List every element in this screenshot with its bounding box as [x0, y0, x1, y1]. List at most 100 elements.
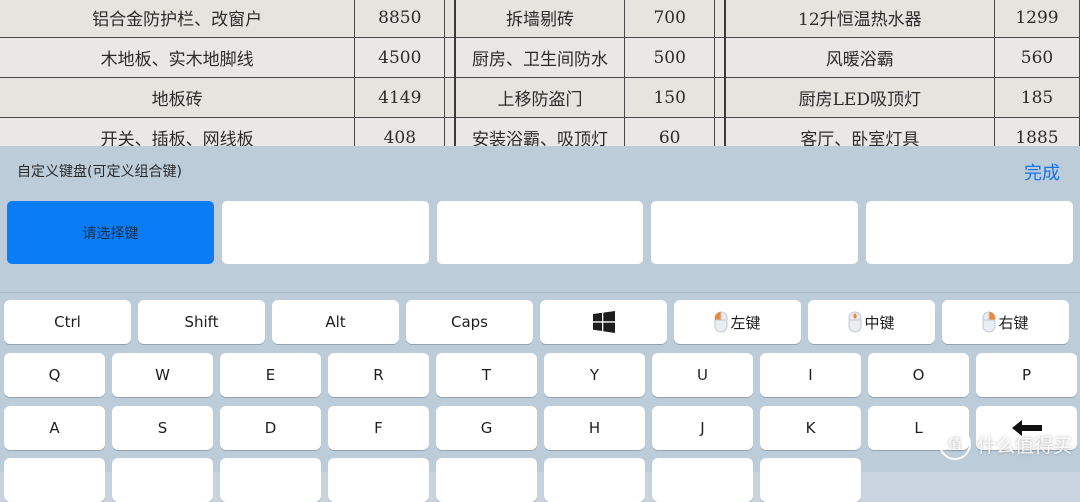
combo-slot-1[interactable]: 请选择键 [7, 201, 214, 264]
table-cell: 150 [624, 77, 716, 118]
table-row: 地板砖 4149 上移防盗门 150 厨房LED吸顶灯 185 [0, 77, 1080, 118]
table-cell: 地板砖 [0, 77, 356, 118]
column-gap [714, 0, 726, 38]
key-u[interactable]: U [652, 353, 753, 397]
key-partial[interactable] [112, 458, 213, 502]
key-p[interactable]: P [976, 353, 1077, 397]
key-i[interactable]: I [760, 353, 861, 397]
table-cell: 500 [624, 37, 716, 78]
key-t[interactable]: T [436, 353, 537, 397]
bottom-row-partial [4, 458, 861, 502]
key-partial[interactable] [652, 458, 753, 502]
table-cell: 铝合金防护栏、改窗户 [0, 0, 356, 38]
key-y[interactable]: Y [544, 353, 645, 397]
key-e[interactable]: E [220, 353, 321, 397]
mouse-middle-icon [848, 311, 862, 333]
key-partial[interactable] [544, 458, 645, 502]
table-cell: 1299 [994, 0, 1080, 38]
table-cell: 560 [994, 37, 1080, 78]
column-gap [714, 117, 726, 146]
asdf-row: A S D F G H J K L [4, 406, 1077, 450]
table-row: 开关、插板、网线板 408 安装浴霸、吸顶灯 60 客厅、卧室灯具 1885 [0, 117, 1080, 146]
column-gap [444, 0, 456, 38]
mouse-right-icon [982, 311, 996, 333]
combo-slot-2[interactable] [221, 201, 429, 264]
key-k[interactable]: K [760, 406, 861, 450]
key-label: Alt [325, 313, 346, 331]
table-cell: 700 [624, 0, 716, 38]
key-q[interactable]: Q [4, 353, 105, 397]
table-row: 铝合金防护栏、改窗户 8850 拆墙剔砖 700 12升恒温热水器 1299 [0, 0, 1080, 38]
custom-keyboard-panel: 自定义键盘(可定义组合键) 完成 请选择键 Ctrl Shift Alt Cap… [0, 146, 1080, 502]
combo-slot-5[interactable] [866, 201, 1073, 264]
key-label: Shift [184, 313, 219, 331]
key-f[interactable]: F [328, 406, 429, 450]
caps-key[interactable]: Caps [406, 300, 533, 344]
table-cell: 安装浴霸、吸顶灯 [454, 117, 626, 146]
combo-key-slots: 请选择键 [7, 201, 1073, 265]
modifier-row: Ctrl Shift Alt Caps 左键 中键 右键 [4, 300, 1069, 344]
table-cell: 风暖浴霸 [724, 37, 995, 78]
column-gap [444, 37, 456, 78]
mouse-right-key[interactable]: 右键 [942, 300, 1069, 344]
table-cell: 开关、插板、网线板 [0, 117, 356, 146]
watermark: 值 什么值得买 [938, 428, 1072, 460]
key-s[interactable]: S [112, 406, 213, 450]
column-gap [714, 77, 726, 118]
table-cell: 厨房、卫生间防水 [454, 37, 626, 78]
mouse-middle-key[interactable]: 中键 [808, 300, 935, 344]
table-cell: 拆墙剔砖 [454, 0, 626, 38]
windows-key[interactable] [540, 300, 667, 344]
key-r[interactable]: R [328, 353, 429, 397]
table-cell: 1885 [994, 117, 1080, 146]
key-partial[interactable] [328, 458, 429, 502]
mouse-left-icon [714, 311, 728, 333]
table-cell: 4500 [354, 37, 446, 78]
qwerty-row: Q W E R T Y U I O P [4, 353, 1077, 397]
key-label: Caps [450, 313, 488, 331]
key-o[interactable]: O [868, 353, 969, 397]
key-label: 中键 [864, 313, 895, 332]
table-cell: 60 [624, 117, 716, 146]
watermark-text: 什么值得买 [976, 434, 1072, 457]
key-j[interactable]: J [652, 406, 753, 450]
key-label: Ctrl [54, 313, 81, 331]
expense-table: 铝合金防护栏、改窗户 8850 拆墙剔砖 700 12升恒温热水器 1299 木地板、实木地… [0, 0, 1080, 146]
key-d[interactable]: D [220, 406, 321, 450]
windows-logo-icon [592, 311, 615, 333]
combo-slot-3[interactable] [436, 201, 644, 264]
key-g[interactable]: G [436, 406, 537, 450]
shift-key[interactable]: Shift [138, 300, 265, 344]
key-w[interactable]: W [112, 353, 213, 397]
key-label: 左键 [730, 313, 761, 332]
key-partial[interactable] [4, 458, 105, 502]
ctrl-key[interactable]: Ctrl [4, 300, 131, 344]
key-partial[interactable] [436, 458, 537, 502]
panel-divider [0, 292, 1080, 293]
table-cell: 185 [994, 77, 1080, 118]
table-cell: 12升恒温热水器 [724, 0, 995, 38]
mouse-left-key[interactable]: 左键 [674, 300, 801, 344]
done-button[interactable]: 完成 [1024, 159, 1060, 185]
combo-slot-4[interactable] [651, 201, 859, 264]
column-gap [444, 77, 456, 118]
background-document: 铝合金防护栏、改窗户 8850 拆墙剔砖 700 12升恒温热水器 1299 木地板、实木地… [0, 0, 1080, 146]
table-cell: 4149 [354, 77, 446, 118]
table-cell: 408 [354, 117, 446, 146]
table-row: 木地板、实木地脚线 4500 厨房、卫生间防水 500 风暖浴霸 560 [0, 37, 1080, 78]
table-cell: 厨房LED吸顶灯 [724, 77, 995, 118]
key-a[interactable]: A [4, 406, 105, 450]
table-cell: 客厅、卧室灯具 [724, 117, 995, 146]
key-partial[interactable] [220, 458, 321, 502]
column-gap [444, 117, 456, 146]
key-partial[interactable] [760, 458, 861, 502]
table-cell: 8850 [354, 0, 446, 38]
panel-title: 自定义键盘(可定义组合键) [17, 164, 182, 180]
key-label: 右键 [998, 313, 1029, 332]
table-cell: 上移防盗门 [454, 77, 626, 118]
table-cell: 木地板、实木地脚线 [0, 37, 356, 78]
column-gap [714, 37, 726, 78]
alt-key[interactable]: Alt [272, 300, 399, 344]
key-h[interactable]: H [544, 406, 645, 450]
watermark-logo: 值 [938, 428, 971, 460]
